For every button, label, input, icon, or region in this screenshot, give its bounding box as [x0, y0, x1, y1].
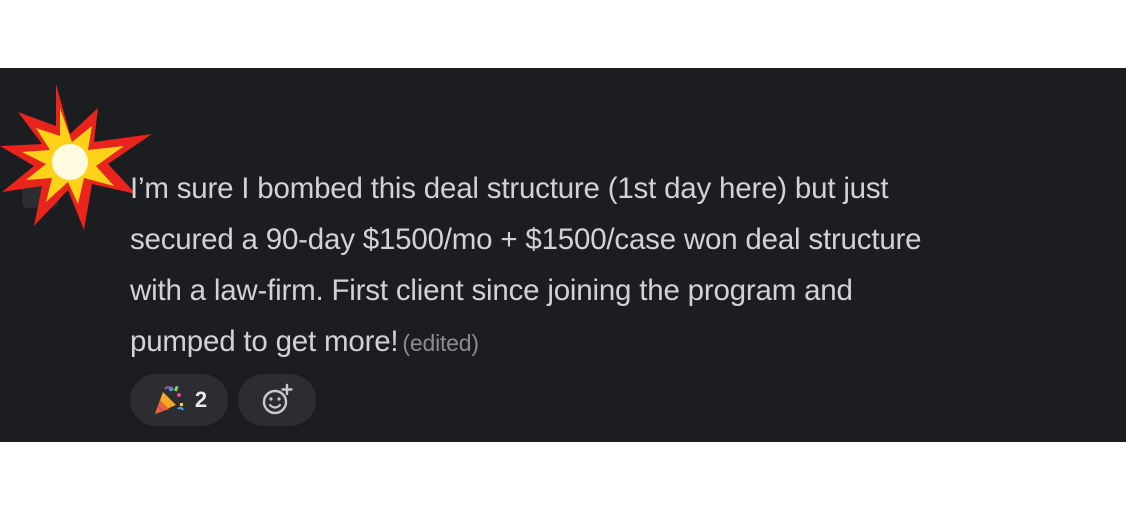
edited-label: (edited) [402, 330, 479, 356]
add-reaction-button[interactable] [238, 374, 316, 426]
reaction-party-popper[interactable]: 2 [130, 374, 228, 426]
message-text: I’m sure I bombed this deal structure (1… [130, 163, 1090, 369]
party-popper-icon [154, 385, 184, 414]
reaction-count: 2 [194, 387, 208, 412]
message-line: with a law-firm. First client since join… [130, 274, 853, 307]
message-line: secured a 90-day $1500/mo + $1500/case w… [130, 223, 922, 256]
message-line: I’m sure I bombed this deal structure (1… [130, 172, 889, 205]
add-reaction-icon [262, 383, 293, 415]
message-line-text: pumped to get more! [130, 325, 399, 358]
message-line-last: pumped to get more! (edited) [130, 316, 1090, 369]
